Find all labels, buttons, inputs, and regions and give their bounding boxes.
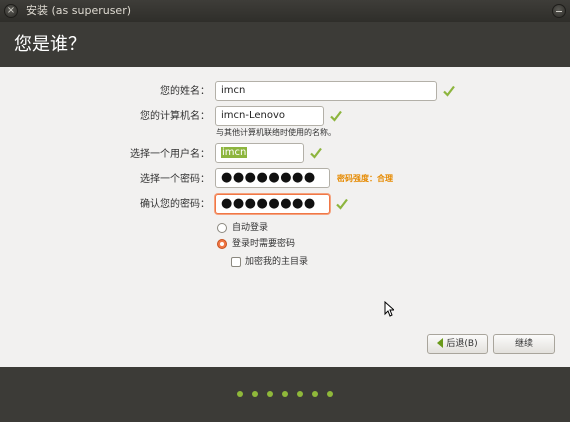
- page-header: 您是谁？: [0, 22, 570, 67]
- back-button[interactable]: 后退(B): [427, 334, 488, 354]
- progress-dot: [267, 391, 273, 397]
- progress-footer: [0, 367, 570, 422]
- password-strength: 密码强度：合理: [337, 174, 393, 183]
- username-value: imcn: [221, 147, 248, 158]
- confirm-password-value: ●●●●●●●●: [221, 196, 316, 211]
- back-button-label: 后退(B): [446, 339, 478, 349]
- checkmark-icon: [336, 198, 348, 210]
- checkmark-icon: [310, 147, 322, 159]
- encrypt-home-checkbox[interactable]: [231, 257, 241, 267]
- progress-dot: [312, 391, 318, 397]
- require-password-radio[interactable]: [217, 239, 227, 249]
- progress-dot: [327, 391, 333, 397]
- password-value: ●●●●●●●●: [221, 170, 316, 185]
- auto-login-label[interactable]: 自动登录: [232, 222, 268, 234]
- username-field[interactable]: imcn: [215, 143, 304, 163]
- progress-dot: [237, 391, 243, 397]
- confirm-password-label: 确认您的密码：: [140, 199, 210, 210]
- computer-name-field[interactable]: imcn-Lenovo: [215, 106, 324, 126]
- close-icon[interactable]: ×: [4, 4, 18, 18]
- checkmark-icon: [443, 85, 455, 97]
- progress-dot: [252, 391, 258, 397]
- confirm-password-field[interactable]: ●●●●●●●●: [215, 194, 330, 214]
- mouse-pointer-icon: [384, 301, 394, 317]
- back-arrow-icon: [437, 337, 444, 348]
- name-label: 您的姓名：: [160, 86, 210, 97]
- name-field[interactable]: imcn: [215, 81, 437, 101]
- password-label: 选择一个密码：: [140, 174, 210, 185]
- form-area: 您的姓名： imcn 您的计算机名： imcn-Lenovo 与其他计算机联络时…: [0, 67, 570, 367]
- password-field[interactable]: ●●●●●●●●: [215, 168, 330, 188]
- title-bar: × 安装 (as superuser): [0, 0, 570, 22]
- progress-dot: [297, 391, 303, 397]
- auto-login-radio[interactable]: [217, 223, 227, 233]
- progress-dot: [282, 391, 288, 397]
- require-password-label[interactable]: 登录时需要密码: [232, 238, 295, 250]
- checkmark-icon: [330, 110, 342, 122]
- minimize-icon[interactable]: [552, 4, 566, 18]
- window-title: 安装 (as superuser): [26, 4, 132, 17]
- continue-button[interactable]: 继续: [493, 334, 555, 354]
- computer-name-label: 您的计算机名：: [140, 111, 210, 122]
- computer-name-hint: 与其他计算机联络时使用的名称。: [216, 128, 336, 137]
- username-label: 选择一个用户名：: [130, 149, 210, 160]
- encrypt-home-label[interactable]: 加密我的主目录: [245, 256, 308, 268]
- page-title: 您是谁？: [14, 34, 86, 55]
- installer-window: × 安装 (as superuser) 您是谁？ 您的姓名： imcn 您的计算…: [0, 0, 570, 422]
